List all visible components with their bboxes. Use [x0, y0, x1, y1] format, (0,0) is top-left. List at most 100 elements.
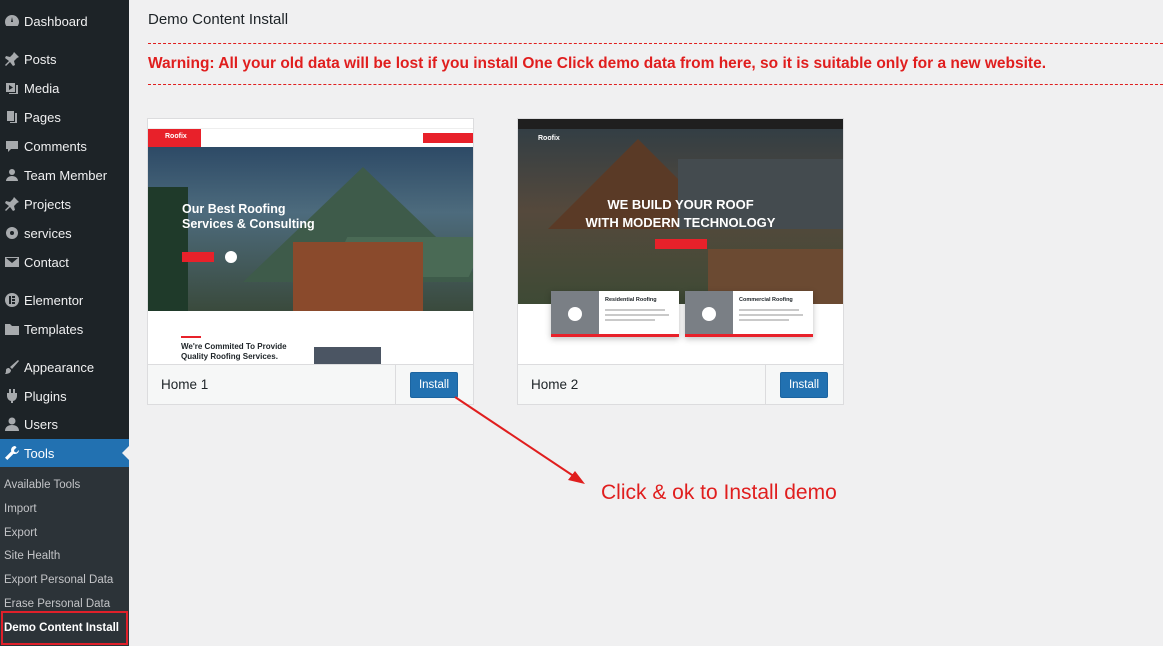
submenu-import[interactable]: Import — [4, 503, 37, 515]
submenu-available-tools[interactable]: Available Tools — [4, 479, 80, 491]
play-icon — [568, 307, 582, 321]
demo-preview-image: Roofix WE BUILD YOUR ROOF WITH MODERN TE… — [518, 119, 843, 364]
menu-templates[interactable]: Templates — [0, 315, 129, 343]
preview-section: We're Commited To Provide Quality Roofin… — [148, 311, 473, 364]
comment-icon — [0, 138, 24, 154]
user-icon — [0, 416, 24, 432]
menu-label: Comments — [24, 138, 87, 154]
preview-headline: Our Best Roofing Services & Consulting — [182, 202, 315, 232]
preview-photo — [314, 347, 381, 364]
divider — [148, 43, 1163, 44]
menu-label: Team Member — [24, 167, 108, 183]
active-menu-arrow — [122, 446, 129, 460]
preview-section-line: Quality Roofing Services. — [181, 352, 278, 361]
preview-headline-line: WE BUILD YOUR ROOF — [607, 197, 754, 212]
preview-logo: Roofix — [538, 135, 560, 142]
pin-icon — [0, 196, 24, 212]
menu-media[interactable]: Media — [0, 74, 129, 102]
gear-icon — [0, 225, 24, 241]
submenu-export-personal-data[interactable]: Export Personal Data — [4, 574, 113, 586]
preview-accent — [181, 336, 201, 338]
menu-label: Tools — [24, 445, 55, 461]
preview-button — [655, 239, 707, 249]
highlight-box — [1, 611, 128, 645]
menu-label: Media — [24, 80, 60, 96]
menu-elementor[interactable]: Elementor — [0, 286, 129, 314]
pages-icon — [0, 109, 24, 125]
menu-services[interactable]: services — [0, 219, 129, 247]
demo-name: Home 1 — [161, 377, 209, 392]
preview-headline: WE BUILD YOUR ROOF WITH MODERN TECHNOLOG… — [518, 196, 843, 232]
menu-label: Elementor — [24, 292, 84, 308]
annotation-text: Click & ok to Install demo — [601, 481, 837, 504]
preview-text-line — [605, 314, 669, 316]
preview-accent — [551, 334, 679, 337]
warning-message: Warning: All your old data will be lost … — [148, 55, 1047, 72]
submenu-site-health[interactable]: Site Health — [4, 550, 60, 562]
preview-button — [182, 252, 214, 262]
preview-service-box: Residential Roofing — [551, 291, 679, 337]
menu-label: Projects — [24, 196, 71, 212]
preview-box-title: Residential Roofing — [605, 297, 657, 303]
admin-sidebar: Dashboard Posts Media Pages Comments Tea… — [0, 0, 129, 646]
preview-text-line — [739, 309, 799, 311]
preview-headline-line: Our Best Roofing — [182, 202, 286, 216]
dashboard-icon — [0, 13, 24, 29]
preview-topbar — [518, 119, 843, 129]
menu-contact[interactable]: Contact — [0, 248, 129, 276]
menu-label: Users — [24, 416, 58, 432]
pin-icon — [0, 51, 24, 67]
play-icon — [225, 251, 237, 263]
preview-text-line — [739, 314, 803, 316]
demo-preview-image: Roofix Our Best Roofing Services & Consu… — [148, 119, 473, 364]
preview-headline-line: Services & Consulting — [182, 217, 315, 231]
preview-topbar — [148, 119, 473, 129]
preview-nav: Roofix — [148, 129, 473, 147]
menu-pages[interactable]: Pages — [0, 103, 129, 131]
menu-label: Plugins — [24, 388, 67, 404]
menu-users[interactable]: Users — [0, 410, 129, 438]
wrench-icon — [0, 445, 24, 461]
preview-accent — [685, 334, 813, 337]
demo-name: Home 2 — [531, 377, 579, 392]
footer-separator — [395, 365, 396, 405]
menu-projects[interactable]: Projects — [0, 190, 129, 218]
play-icon — [702, 307, 716, 321]
plugin-icon — [0, 388, 24, 404]
menu-label: Templates — [24, 321, 84, 337]
menu-label: Pages — [24, 109, 61, 125]
install-button[interactable]: Install — [780, 372, 828, 398]
preview-box-title: Commercial Roofing — [739, 297, 793, 303]
preview-text-line — [739, 319, 789, 321]
preview-cta — [423, 133, 473, 143]
demo-card-footer: Home 1 Install — [148, 364, 473, 405]
preview-service-box: Commercial Roofing — [685, 291, 813, 337]
users-icon — [0, 167, 24, 183]
preview-wall — [293, 242, 423, 311]
preview-text-line — [605, 309, 665, 311]
menu-label: Dashboard — [24, 13, 88, 29]
submenu-export[interactable]: Export — [4, 527, 37, 539]
folder-icon — [0, 321, 24, 337]
footer-separator — [765, 365, 766, 405]
install-button[interactable]: Install — [410, 372, 458, 398]
menu-label: Posts — [24, 51, 57, 67]
divider — [148, 84, 1163, 85]
preview-hero: Our Best Roofing Services & Consulting — [148, 147, 473, 311]
preview-text-line — [605, 319, 655, 321]
mail-icon — [0, 254, 24, 270]
menu-plugins[interactable]: Plugins — [0, 382, 129, 410]
preview-section-title: We're Commited To Provide Quality Roofin… — [181, 342, 287, 362]
menu-posts[interactable]: Posts — [0, 45, 129, 73]
menu-appearance[interactable]: Appearance — [0, 353, 129, 381]
preview-headline-line: WITH MODERN TECHNOLOGY — [585, 215, 776, 230]
menu-dashboard[interactable]: Dashboard — [0, 7, 129, 35]
menu-tools[interactable]: Tools — [0, 439, 129, 467]
menu-label: Contact — [24, 254, 69, 270]
menu-label: services — [24, 225, 72, 241]
submenu-erase-personal-data[interactable]: Erase Personal Data — [4, 598, 110, 610]
demo-card-footer: Home 2 Install — [518, 364, 843, 405]
menu-team-member[interactable]: Team Member — [0, 161, 129, 189]
menu-comments[interactable]: Comments — [0, 132, 129, 160]
media-icon — [0, 80, 24, 96]
